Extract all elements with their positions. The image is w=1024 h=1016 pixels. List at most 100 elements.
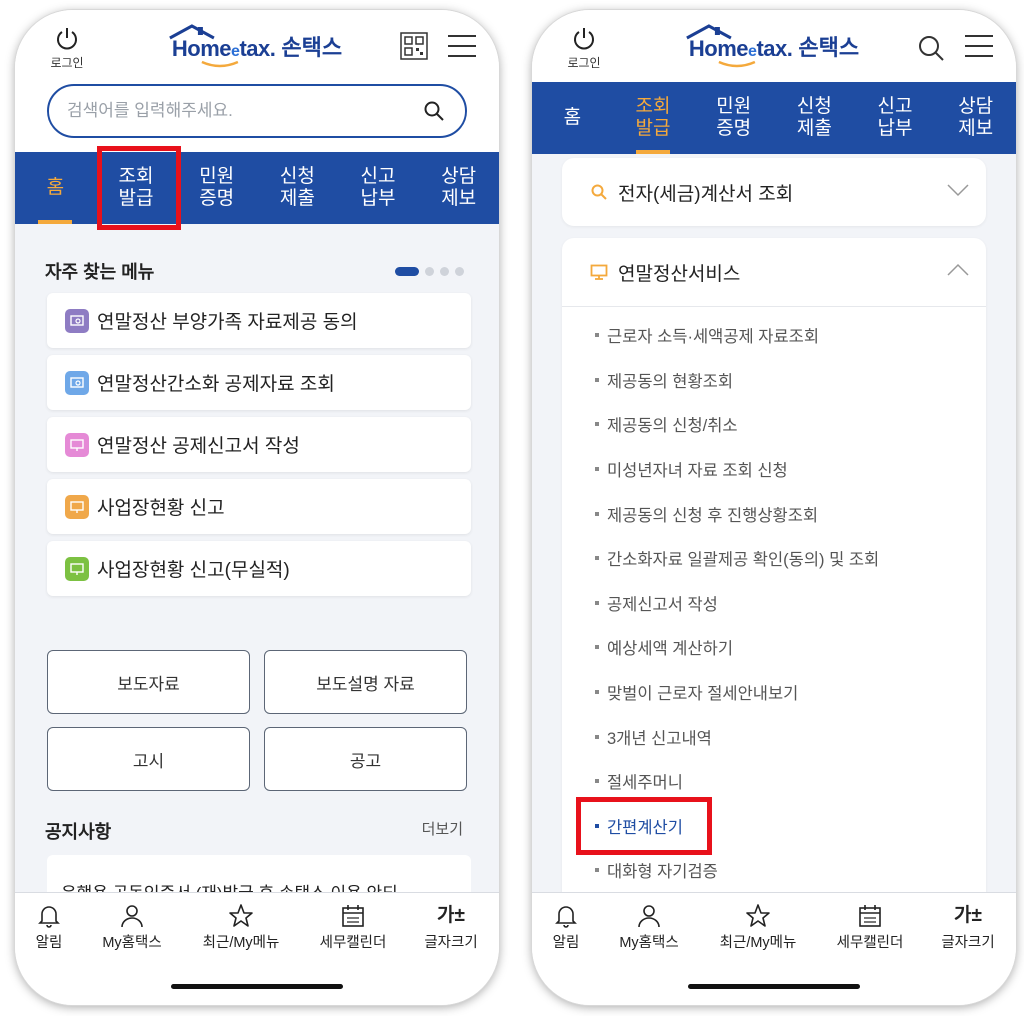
announcement-notice-button[interactable]: 고시 (47, 727, 250, 791)
search-document-icon (65, 308, 89, 333)
star-icon (229, 904, 253, 927)
search-document-icon (65, 370, 89, 395)
tab-home[interactable]: 홈 (532, 82, 613, 154)
house-roof-icon (686, 24, 732, 40)
house-roof-icon (169, 24, 215, 40)
bottom-tab-tax-calendar[interactable]: 세무캘린더 (824, 903, 916, 952)
phone-right-screen: 로그인 Homeetax. 손택스 홈 조회 발급 민원 증명 신청 제출 신고… (532, 10, 1016, 1005)
tab-label: 제보 (441, 188, 477, 209)
main-nav: 홈 조회 발급 민원 증명 신청 제출 신고 납부 상담 제보 (15, 152, 499, 224)
logo-brand: 손택스 (798, 35, 860, 60)
search-icon[interactable] (423, 100, 445, 122)
tab-report-payment[interactable]: 신고 납부 (855, 82, 936, 154)
search-input[interactable] (67, 98, 407, 124)
favorite-label: 사업장현황 신고 (97, 498, 225, 519)
tab-consult-report[interactable]: 상담 제보 (418, 152, 499, 224)
hamburger-menu-icon[interactable] (447, 34, 477, 58)
public-notice-button[interactable]: 공고 (264, 727, 467, 791)
submenu-item[interactable]: 간소화자료 일괄제공 확인(동의) 및 조회 (562, 536, 986, 581)
logo-e: e (748, 43, 757, 60)
favorite-item[interactable]: 사업장현황 신고(무실적) (47, 541, 471, 596)
tab-report-payment[interactable]: 신고 납부 (338, 152, 419, 224)
favorite-label: 사업장현황 신고(무실적) (97, 560, 290, 581)
favorite-item[interactable]: 연말정산간소화 공제자료 조회 (47, 355, 471, 410)
hometax-logo[interactable]: Homeetax. 손택스 (686, 24, 860, 68)
monitor-icon (65, 494, 89, 519)
favorite-item[interactable]: 연말정산 부양가족 자료제공 동의 (47, 293, 471, 348)
main-nav: 홈 조회 발급 민원 증명 신청 제출 신고 납부 상담 제보 (532, 82, 1016, 154)
submenu-item[interactable]: 3개년 신고내역 (562, 714, 986, 759)
pager-dot-active[interactable] (395, 267, 419, 276)
pager-dot[interactable] (440, 267, 449, 276)
bottom-tab-my-hometax[interactable]: My홈택스 (86, 903, 178, 952)
highlight-box (576, 797, 712, 855)
press-release-button[interactable]: 보도자료 (47, 650, 250, 714)
tab-label: 신고 (877, 96, 913, 117)
bottom-tab-my-hometax[interactable]: My홈택스 (603, 903, 695, 952)
calendar-icon (342, 905, 364, 927)
tab-apply-submit[interactable]: 신청 제출 (774, 82, 855, 154)
tab-label: 발급 (635, 118, 671, 139)
tab-inquiry-issue[interactable]: 조회 발급 (613, 82, 694, 154)
bottom-tab-alerts[interactable]: 알림 (532, 903, 612, 952)
bottom-tab-tax-calendar[interactable]: 세무캘린더 (307, 903, 399, 952)
notice-title: 공지사항 (45, 822, 112, 842)
login-button[interactable]: 로그인 (47, 26, 87, 71)
accordion-e-invoice[interactable]: 전자(세금)계산서 조회 (562, 158, 986, 226)
bottom-tab-font-size[interactable]: 가± 글자크기 (405, 903, 497, 952)
tab-label: 민원 (716, 96, 752, 117)
tab-home[interactable]: 홈 (15, 152, 96, 224)
submenu-item[interactable]: 맞벌이 근로자 절세안내보기 (562, 670, 986, 715)
accordion-header[interactable]: 연말정산서비스 (562, 238, 986, 306)
font-size-icon: 가± (954, 905, 982, 926)
pager-dot[interactable] (455, 267, 464, 276)
favorite-label: 연말정산 공제신고서 작성 (97, 436, 300, 457)
tab-label: 민원 (199, 166, 235, 187)
qr-code-icon[interactable] (400, 32, 428, 60)
logo-brand: 손택스 (281, 35, 343, 60)
more-link[interactable]: 더보기 (422, 818, 463, 839)
bottom-tab-alerts[interactable]: 알림 (15, 903, 95, 952)
star-icon (746, 904, 770, 927)
submenu-item[interactable]: 제공동의 현황조회 (562, 358, 986, 403)
pager-dot[interactable] (425, 267, 434, 276)
login-button[interactable]: 로그인 (564, 26, 604, 71)
power-icon (57, 28, 77, 50)
accordion-header[interactable]: 전자(세금)계산서 조회 (562, 158, 986, 226)
tab-label: 상담 (441, 166, 477, 187)
submenu-item[interactable]: 제공동의 신청/취소 (562, 402, 986, 447)
press-explanation-button[interactable]: 보도설명 자료 (264, 650, 467, 714)
submenu-item[interactable]: 공제신고서 작성 (562, 581, 986, 626)
home-indicator[interactable] (171, 984, 343, 989)
favorite-label: 연말정산간소화 공제자료 조회 (97, 374, 335, 395)
tab-label: 제출 (279, 188, 315, 209)
submenu-item[interactable]: 제공동의 신청 후 진행상황조회 (562, 491, 986, 536)
submenu-item[interactable]: 근로자 소득·세액공제 자료조회 (562, 313, 986, 358)
submenu-item[interactable]: 미성년자녀 자료 조회 신청 (562, 447, 986, 492)
accordion-title: 전자(세금)계산서 조회 (618, 183, 794, 205)
bottom-tab-label: 글자크기 (424, 935, 478, 951)
tab-civil-certificate[interactable]: 민원 증명 (176, 152, 257, 224)
hometax-logo[interactable]: Homeetax. 손택스 (169, 24, 343, 68)
submenu-item[interactable]: 예상세액 계산하기 (562, 625, 986, 670)
font-size-icon: 가± (437, 905, 465, 926)
tab-label: 증명 (199, 188, 235, 209)
hamburger-menu-icon[interactable] (964, 34, 994, 58)
bottom-tab-bar: 알림 My홈택스 최근/My메뉴 세무캘린더 가± 글자크기 (15, 892, 499, 1005)
bottom-tab-recent-menu[interactable]: 최근/My메뉴 (195, 903, 287, 952)
tab-consult-report[interactable]: 상담 제보 (935, 82, 1016, 154)
tab-civil-certificate[interactable]: 민원 증명 (693, 82, 774, 154)
favorite-item[interactable]: 사업장현황 신고 (47, 479, 471, 534)
tab-apply-submit[interactable]: 신청 제출 (257, 152, 338, 224)
bottom-tab-font-size[interactable]: 가± 글자크기 (922, 903, 1014, 952)
person-icon (638, 905, 660, 928)
carousel-pager[interactable] (395, 267, 464, 276)
favorite-item[interactable]: 연말정산 공제신고서 작성 (47, 417, 471, 472)
home-indicator[interactable] (688, 984, 860, 989)
logo-smile-icon (718, 60, 756, 68)
login-label: 로그인 (50, 56, 84, 70)
bottom-tab-recent-menu[interactable]: 최근/My메뉴 (712, 903, 804, 952)
favorites-title: 자주 찾는 메뉴 (45, 262, 155, 282)
tab-label: 납부 (877, 118, 913, 139)
search-icon[interactable] (917, 34, 945, 62)
